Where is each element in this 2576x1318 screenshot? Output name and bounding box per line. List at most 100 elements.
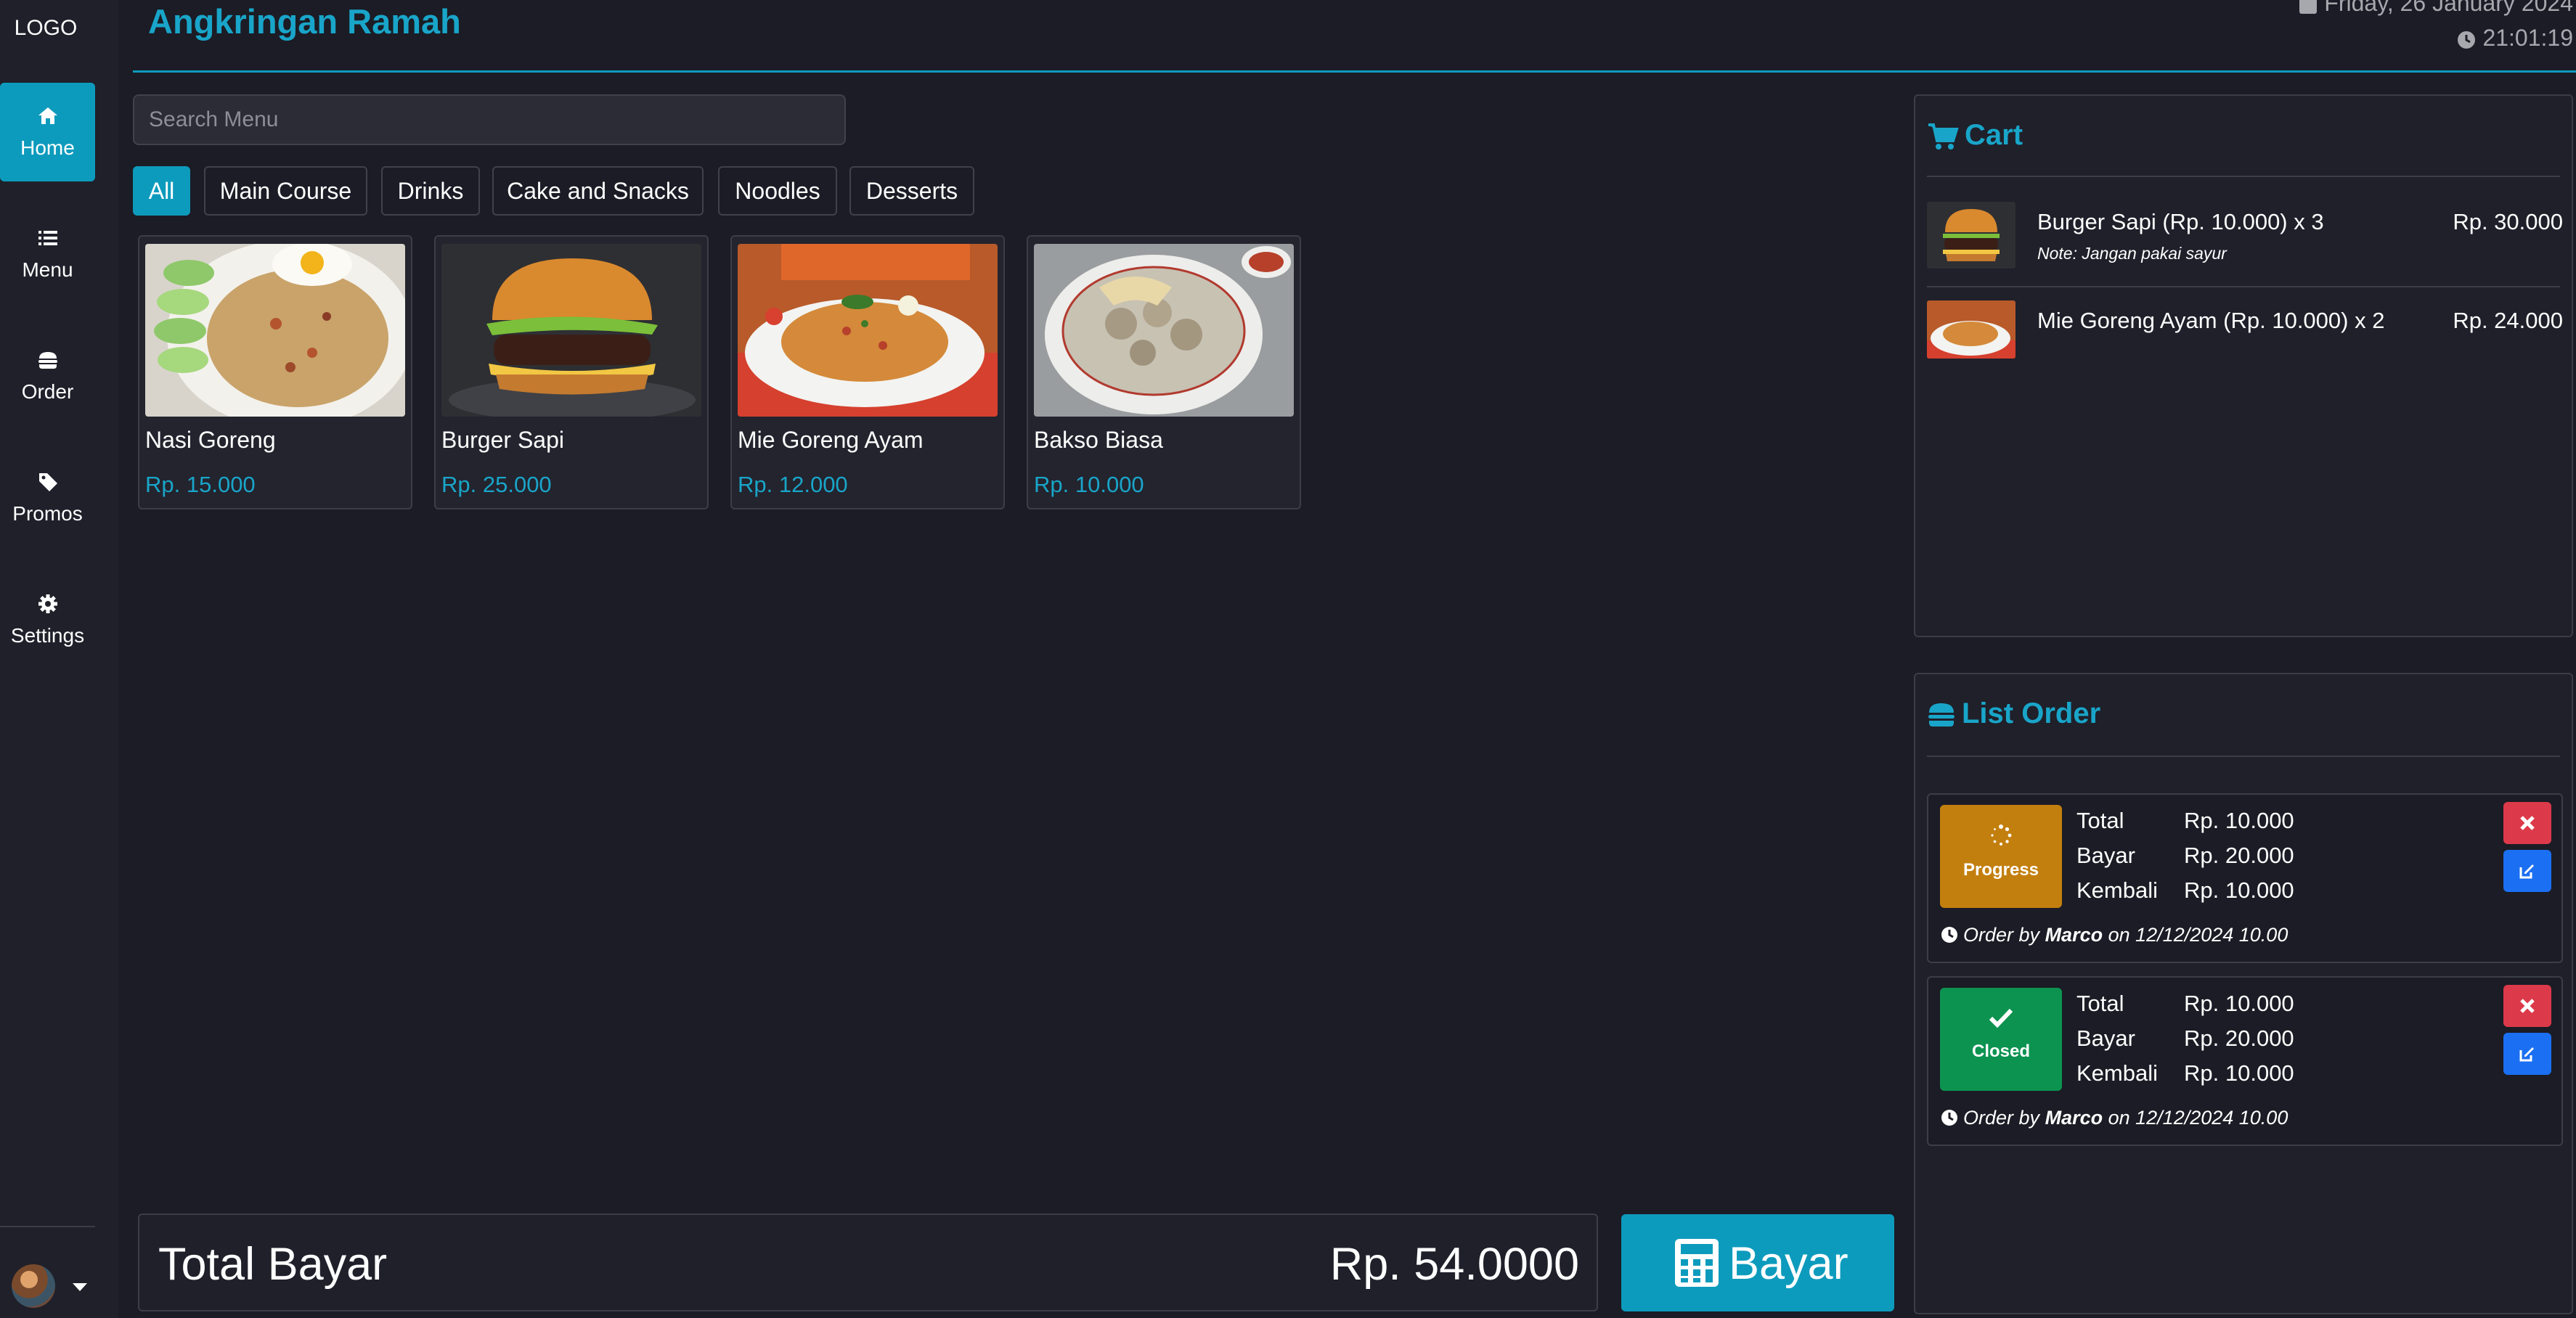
product-card[interactable]: Mie Goreng Ayam Rp. 12.000 [730,235,1005,509]
burger-photo [1927,202,2015,269]
sidebar-item-home[interactable]: Home [0,83,95,181]
order-change-label: Kembali [2076,877,2158,903]
delete-order-button[interactable] [2503,985,2551,1027]
sidebar-item-promos[interactable]: Promos [0,449,95,547]
divider [1927,286,2560,287]
time-display: 21:01:19 [2456,25,2573,52]
sidebar-item-label: Home [20,136,75,159]
product-card[interactable]: Nasi Goreng Rp. 15.000 [138,235,412,509]
edit-order-button[interactable] [2503,1033,2551,1075]
order-total-label: Total [2076,991,2124,1016]
order-paid-label: Bayar [2076,843,2135,868]
product-price: Rp. 15.000 [145,472,256,497]
product-name: Bakso Biasa [1034,427,1163,453]
meatball-soup-photo [1034,244,1294,417]
category-noodles[interactable]: Noodles [718,166,837,216]
date-display: Friday, 26 January 2024 [2298,0,2573,17]
cart-item-amount: Rp. 24.000 [2453,308,2563,333]
order-total-value: Rp. 10.000 [2184,808,2294,833]
order-by-prefix: Order by [1963,1107,2040,1129]
product-card[interactable]: Burger Sapi Rp. 25.000 [434,235,709,509]
clock-icon [1941,927,1957,943]
cart-title-text: Cart [1965,119,2023,151]
sidebar-item-settings[interactable]: Settings [0,570,95,669]
avatar[interactable] [12,1264,55,1308]
order-by: Order by Marco on 12/12/2024 10.00 [1940,924,2288,946]
spinner-icon [1991,824,2012,846]
status-text: Progress [1962,860,2039,880]
divider [1927,176,2560,177]
sidebar-item-label: Settings [10,624,85,647]
calculator-icon [1675,1239,1719,1287]
sidebar-item-label: Menu [22,258,73,281]
list-icon [38,231,57,245]
delete-order-button[interactable] [2503,802,2551,844]
order-by: Order by Marco on 12/12/2024 10.00 [1940,1107,2288,1129]
order-paid-label: Bayar [2076,1026,2135,1051]
fried-noodle-photo [738,244,998,417]
sidebar-item-label: Promos [12,502,83,525]
search-input[interactable] [133,94,846,145]
clock-icon [1941,1110,1957,1126]
order-total-label: Total [2076,808,2124,833]
total-value: Rp. 54.0000 [1329,1239,1579,1290]
category-all[interactable]: All [133,166,190,216]
total-label: Total Bayar [158,1239,388,1290]
order-total-value: Rp. 10.000 [2184,991,2294,1016]
caret-down-icon[interactable] [73,1283,87,1291]
fried-noodle-photo [1927,300,2015,359]
gear-icon [38,594,57,613]
order-date: on 12/12/2024 10.00 [2108,924,2288,946]
fried-rice-photo [145,244,405,417]
order-user: Marco [2045,1107,2103,1129]
status-badge: Progress [1940,805,2062,908]
header: Angkringan Ramah Friday, 26 January 2024… [133,0,2576,73]
edit-order-button[interactable] [2503,850,2551,892]
order-paid-value: Rp. 20.000 [2184,843,2294,868]
clock-icon [2458,30,2476,49]
time-text: 21:01:19 [2482,25,2573,51]
cart-icon [1928,123,1959,150]
date-text: Friday, 26 January 2024 [2324,0,2573,16]
sidebar-item-menu[interactable]: Menu [0,205,95,303]
cart-item-note: Note: Jangan pakai sayur [2037,244,2227,263]
order-by-prefix: Order by [1963,924,2040,946]
order-change-value: Rp. 10.000 [2184,1060,2294,1086]
home-icon [38,107,57,124]
pay-button[interactable]: Bayar [1621,1214,1894,1311]
list-order-title-text: List Order [1962,697,2101,729]
order-change-value: Rp. 10.000 [2184,877,2294,903]
sidebar-item-order[interactable]: Order [0,327,95,425]
total-bar: Total Bayar Rp. 54.0000 [138,1213,1598,1311]
category-drinks[interactable]: Drinks [381,166,480,216]
order-change-label: Kembali [2076,1060,2158,1086]
cart-item-title: Burger Sapi (Rp. 10.000) x 3 [2037,209,2324,234]
cart-item-amount: Rp. 30.000 [2453,209,2563,234]
product-card[interactable]: Bakso Biasa Rp. 10.000 [1027,235,1301,509]
order-card: Closed Total Rp. 10.000 Bayar Rp. 20.000… [1927,976,2563,1146]
tag-icon [38,473,57,491]
status-badge: Closed [1940,988,2062,1091]
product-price: Rp. 10.000 [1034,472,1144,497]
list-order-panel: List Order Progress Total Rp. 10.000 Bay… [1914,673,2573,1314]
order-card: Progress Total Rp. 10.000 Bayar Rp. 20.0… [1927,793,2563,963]
calendar-icon [2299,0,2318,14]
list-order-title: List Order [1927,697,2100,730]
burger-icon [38,352,57,369]
category-cake-and-snacks[interactable]: Cake and Snacks [492,166,704,216]
pay-button-label: Bayar [1729,1238,1849,1289]
close-icon [2520,816,2535,830]
product-name: Nasi Goreng [145,427,276,453]
order-user: Marco [2045,924,2103,946]
cart-panel: Cart Burger Sapi (Rp. 10.000) x 3 Note: … [1914,94,2573,637]
product-name: Mie Goreng Ayam [738,427,924,453]
close-icon [2520,999,2535,1013]
category-main-course[interactable]: Main Course [204,166,367,216]
category-desserts[interactable]: Desserts [849,166,974,216]
status-text: Closed [1971,1041,2030,1061]
check-icon [1989,1008,2013,1028]
cart-item-title: Mie Goreng Ayam (Rp. 10.000) x 2 [2037,308,2385,333]
order-paid-value: Rp. 20.000 [2184,1026,2294,1051]
divider [1927,756,2560,757]
product-name: Burger Sapi [441,427,564,453]
